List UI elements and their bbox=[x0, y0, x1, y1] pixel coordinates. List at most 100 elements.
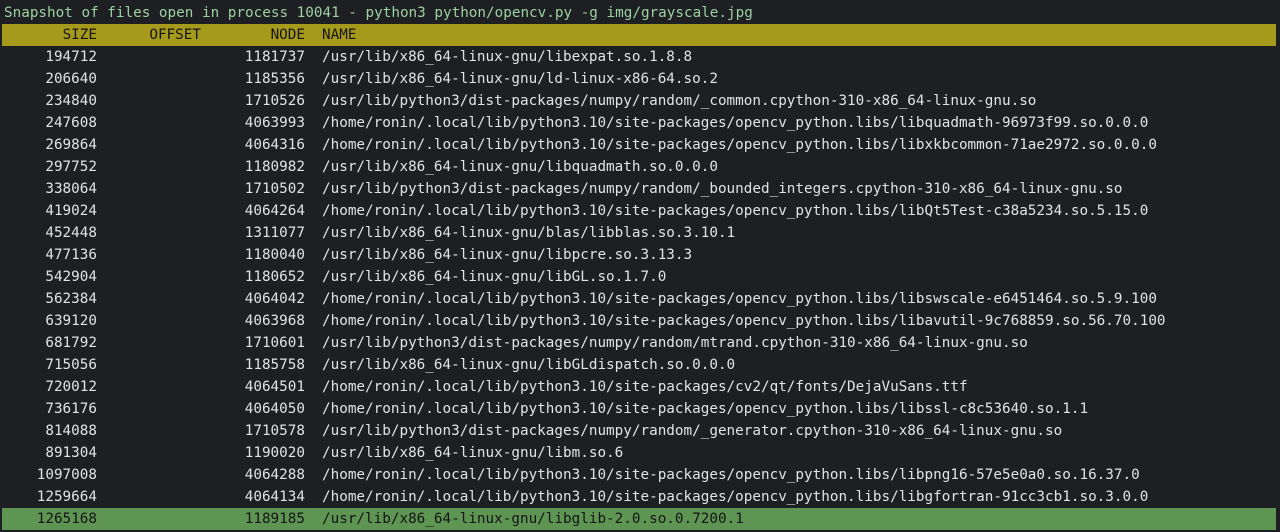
name-cell: /usr/lib/x86_64-linux-gnu/libexpat.so.1.… bbox=[322, 49, 693, 65]
node-cell: 1185758 bbox=[244, 357, 305, 373]
node-cell: 4064316 bbox=[244, 137, 305, 153]
size-cell: 247608 bbox=[45, 115, 97, 131]
size-cell: 452448 bbox=[45, 225, 97, 241]
node-cell: 1180652 bbox=[244, 269, 305, 285]
file-list[interactable]: 194712 1181737/usr/lib/x86_64-linux-gnu/l… bbox=[2, 46, 1276, 530]
node-cell: 1180982 bbox=[244, 159, 305, 175]
offset-cell bbox=[102, 442, 201, 464]
node-cell: 4064050 bbox=[244, 401, 305, 417]
node-cell: 4064042 bbox=[244, 291, 305, 307]
offset-cell bbox=[102, 332, 201, 354]
offset-cell bbox=[102, 90, 201, 112]
size-cell: 297752 bbox=[45, 159, 97, 175]
node-cell: 4064264 bbox=[244, 203, 305, 219]
size-cell: 269864 bbox=[45, 137, 97, 153]
name-cell: /usr/lib/x86_64-linux-gnu/ld-linux-x86-6… bbox=[322, 71, 718, 87]
table-row[interactable]: 419024 4064264/home/ronin/.local/lib/pyth… bbox=[2, 200, 1276, 222]
table-row[interactable]: 477136 1180040/usr/lib/x86_64-linux-gnu/l… bbox=[2, 244, 1276, 266]
offset-cell bbox=[102, 288, 201, 310]
size-cell: 477136 bbox=[45, 247, 97, 263]
size-cell: 194712 bbox=[45, 49, 97, 65]
table-row[interactable]: 1259664 4064134/home/ronin/.local/lib/pyt… bbox=[2, 486, 1276, 508]
table-row[interactable]: 1097008 4064288/home/ronin/.local/lib/pyt… bbox=[2, 464, 1276, 486]
name-cell: /usr/lib/x86_64-linux-gnu/libGL.so.1.7.0 bbox=[322, 269, 667, 285]
column-header-offset[interactable]: OFFSET bbox=[102, 24, 201, 46]
table-header: SIZE OFFSET NODE NAME bbox=[2, 24, 1276, 46]
name-cell: /home/ronin/.local/lib/python3.10/site-p… bbox=[322, 401, 1089, 417]
size-cell: 681792 bbox=[45, 335, 97, 351]
node-cell: 1185356 bbox=[244, 71, 305, 87]
node-cell: 1180040 bbox=[244, 247, 305, 263]
table-row[interactable]: 234840 1710526/usr/lib/python3/dist-packa… bbox=[2, 90, 1276, 112]
table-row[interactable]: 814088 1710578/usr/lib/python3/dist-packa… bbox=[2, 420, 1276, 442]
size-cell: 891304 bbox=[45, 445, 97, 461]
table-row[interactable]: 736176 4064050/home/ronin/.local/lib/pyth… bbox=[2, 398, 1276, 420]
name-cell: /usr/lib/x86_64-linux-gnu/libpcre.so.3.1… bbox=[322, 247, 693, 263]
offset-cell bbox=[102, 464, 201, 486]
node-cell: 4064134 bbox=[244, 489, 305, 505]
offset-cell bbox=[102, 222, 201, 244]
name-cell: /home/ronin/.local/lib/python3.10/site-p… bbox=[322, 203, 1149, 219]
size-cell: 814088 bbox=[45, 423, 97, 439]
table-row[interactable]: 562384 4064042/home/ronin/.local/lib/pyth… bbox=[2, 288, 1276, 310]
size-cell: 720012 bbox=[45, 379, 97, 395]
name-cell: /usr/lib/python3/dist-packages/numpy/ran… bbox=[322, 335, 1028, 351]
table-row[interactable]: 206640 1185356/usr/lib/x86_64-linux-gnu/l… bbox=[2, 68, 1276, 90]
size-cell: 1097008 bbox=[36, 467, 97, 483]
table-row[interactable]: 891304 1190020/usr/lib/x86_64-linux-gnu/l… bbox=[2, 442, 1276, 464]
size-cell: 542904 bbox=[45, 269, 97, 285]
node-cell: 1710601 bbox=[244, 335, 305, 351]
table-row[interactable]: 297752 1180982/usr/lib/x86_64-linux-gnu/l… bbox=[2, 156, 1276, 178]
table-row[interactable]: 338064 1710502/usr/lib/python3/dist-packa… bbox=[2, 178, 1276, 200]
offset-cell bbox=[102, 266, 201, 288]
column-header-node[interactable]: NODE bbox=[206, 24, 305, 46]
table-row[interactable]: 452448 1311077/usr/lib/x86_64-linux-gnu/b… bbox=[2, 222, 1276, 244]
name-cell: /usr/lib/x86_64-linux-gnu/libglib-2.0.so… bbox=[322, 511, 744, 527]
offset-cell bbox=[102, 376, 201, 398]
offset-cell bbox=[102, 354, 201, 376]
node-cell: 4064501 bbox=[244, 379, 305, 395]
size-cell: 639120 bbox=[45, 313, 97, 329]
window-title: Snapshot of files open in process 10041 … bbox=[4, 5, 753, 21]
size-cell: 234840 bbox=[45, 93, 97, 109]
offset-cell bbox=[102, 244, 201, 266]
name-cell: /home/ronin/.local/lib/python3.10/site-p… bbox=[322, 291, 1157, 307]
name-cell: /usr/lib/x86_64-linux-gnu/libquadmath.so… bbox=[322, 159, 718, 175]
node-cell: 1710578 bbox=[244, 423, 305, 439]
table-row[interactable]: 269864 4064316/home/ronin/.local/lib/pyth… bbox=[2, 134, 1276, 156]
size-cell: 562384 bbox=[45, 291, 97, 307]
node-cell: 4063968 bbox=[244, 313, 305, 329]
table-row[interactable]: 247608 4063993/home/ronin/.local/lib/pyth… bbox=[2, 112, 1276, 134]
node-cell: 1710502 bbox=[244, 181, 305, 197]
table-row[interactable]: 194712 1181737/usr/lib/x86_64-linux-gnu/l… bbox=[2, 46, 1276, 68]
column-header-size[interactable]: SIZE bbox=[2, 24, 97, 46]
name-cell: /home/ronin/.local/lib/python3.10/site-p… bbox=[322, 379, 968, 395]
table-row-selected[interactable]: 1265168 1189185/usr/lib/x86_64-linux-gnu/… bbox=[2, 508, 1276, 530]
size-cell: 419024 bbox=[45, 203, 97, 219]
name-cell: /usr/lib/python3/dist-packages/numpy/ran… bbox=[322, 93, 1037, 109]
offset-cell bbox=[102, 508, 201, 530]
offset-cell bbox=[102, 112, 201, 134]
table-row[interactable]: 542904 1180652/usr/lib/x86_64-linux-gnu/l… bbox=[2, 266, 1276, 288]
size-cell: 1259664 bbox=[36, 489, 97, 505]
offset-cell bbox=[102, 398, 201, 420]
node-cell: 4063993 bbox=[244, 115, 305, 131]
table-row[interactable]: 715056 1185758/usr/lib/x86_64-linux-gnu/l… bbox=[2, 354, 1276, 376]
offset-cell bbox=[102, 200, 201, 222]
node-cell: 1189185 bbox=[244, 511, 305, 527]
name-cell: /home/ronin/.local/lib/python3.10/site-p… bbox=[322, 467, 1140, 483]
offset-cell bbox=[102, 68, 201, 90]
size-cell: 1265168 bbox=[36, 511, 97, 527]
table-row[interactable]: 720012 4064501/home/ronin/.local/lib/pyth… bbox=[2, 376, 1276, 398]
offset-cell bbox=[102, 486, 201, 508]
node-cell: 4064288 bbox=[244, 467, 305, 483]
name-cell: /usr/lib/x86_64-linux-gnu/libGLdispatch.… bbox=[322, 357, 736, 373]
offset-cell bbox=[102, 156, 201, 178]
table-row[interactable]: 639120 4063968/home/ronin/.local/lib/pyth… bbox=[2, 310, 1276, 332]
node-cell: 1181737 bbox=[244, 49, 305, 65]
table-row[interactable]: 681792 1710601/usr/lib/python3/dist-packa… bbox=[2, 332, 1276, 354]
name-cell: /home/ronin/.local/lib/python3.10/site-p… bbox=[322, 313, 1166, 329]
offset-cell bbox=[102, 310, 201, 332]
column-header-name[interactable]: NAME bbox=[322, 24, 356, 46]
node-cell: 1710526 bbox=[244, 93, 305, 109]
